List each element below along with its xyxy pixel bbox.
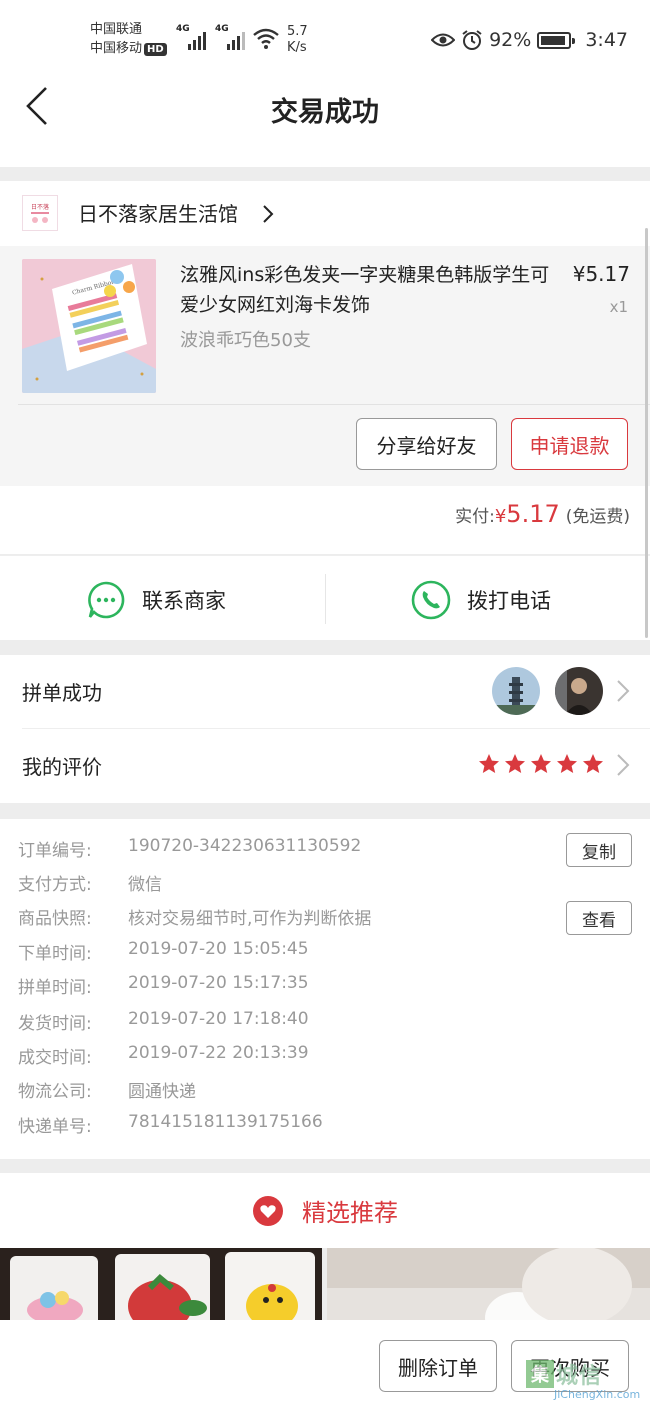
phone-icon (411, 580, 451, 620)
alarm-icon (462, 30, 482, 50)
detail-row: 支付方式: 微信 (18, 875, 162, 895)
recommend-header: 精选推荐 (0, 1173, 650, 1248)
product-image[interactable] (0, 1248, 322, 1328)
avatar[interactable] (492, 667, 540, 715)
payment-summary: 实付:¥5.17 (免运费) (0, 486, 650, 554)
page-title: 交易成功 (271, 97, 379, 128)
paid-label: 实付: (455, 507, 495, 527)
detail-row: 发货时间: 2019-07-20 17:18:40 (18, 1009, 309, 1034)
top-nav: 交易成功 (0, 72, 650, 167)
product-card[interactable]: Charm Ribbon 泫雅风ins彩色发夹一字夹糖果色韩版学生可爱少女网红刘… (0, 246, 650, 486)
review-row[interactable]: 我的评价 (0, 729, 650, 803)
detail-row: 订单编号: 190720-342230631130592 (18, 836, 362, 861)
hd-badge: HD (144, 43, 167, 56)
network-speed: 5.7 K/s (287, 24, 308, 55)
star-icon (479, 754, 499, 773)
contact-merchant-label: 联系商家 (142, 589, 226, 613)
detail-row: 商品快照: 核对交易细节时,可作为判断依据 (18, 909, 372, 929)
star-icon (583, 754, 603, 773)
carrier-info: 中国联通 中国移动 HD (90, 20, 167, 58)
product-title[interactable]: 泫雅风ins彩色发夹一字夹糖果色韩版学生可爱少女网红刘海卡发饰 (180, 260, 550, 320)
shipping-note: (免运费) (565, 507, 630, 527)
group-row[interactable]: 拼单成功 (0, 655, 650, 729)
recommend-title: 精选推荐 (302, 1199, 398, 1227)
divider (325, 574, 326, 624)
heart-icon (253, 1195, 283, 1226)
contact-bar: 联系商家 拨打电话 (0, 555, 650, 640)
share-button[interactable]: 分享给好友 (356, 418, 497, 470)
battery-percent: 92% (489, 29, 532, 51)
product-quantity: x1 (609, 298, 628, 316)
group-label: 拼单成功 (22, 681, 102, 705)
detail-row: 快递单号: 781415181139175166 (18, 1112, 323, 1137)
star-icon (505, 754, 525, 773)
svg-text:日不落: 日不落 (31, 203, 49, 211)
eye-icon (431, 33, 456, 47)
carrier-2: 中国移动 (90, 41, 143, 56)
watermark-url: JiChengXin.com (554, 1388, 641, 1401)
product-image[interactable] (327, 1248, 650, 1328)
product-variant: 波浪乖巧色50支 (180, 330, 311, 351)
paid-currency: ¥ (494, 506, 507, 527)
contact-merchant-button[interactable]: 联系商家 (86, 580, 226, 620)
status-rows: 拼单成功 我的评价 (0, 655, 650, 803)
chat-bubble-icon (88, 581, 125, 619)
store-logo: 日不落 (22, 195, 58, 231)
review-label: 我的评价 (22, 755, 102, 779)
order-details: 订单编号: 190720-342230631130592 支付方式: 微信 商品快照… (0, 819, 650, 1159)
avatar[interactable] (555, 667, 603, 715)
chevron-right-icon (617, 680, 630, 702)
star-icon (557, 754, 577, 773)
watermark-logo: 集 (526, 1360, 554, 1388)
star-icon (531, 754, 551, 773)
watermark: 集 城信 JiChengXin.com (526, 1358, 646, 1404)
call-phone-button[interactable]: 拨打电话 (411, 580, 551, 620)
status-bar: 中国联通 中国移动 HD 4G 4G 5.7 K/s 92% 3:47 (0, 0, 650, 72)
detail-row: 拼单时间: 2019-07-20 15:17:35 (18, 973, 309, 998)
wifi-icon (253, 28, 279, 49)
bottom-action-bar: 删除订单 再次购买 集 城信 JiChengXin.com (0, 1320, 650, 1408)
copy-button[interactable]: 复制 (566, 833, 632, 867)
product-image[interactable]: Charm Ribbon (22, 259, 156, 393)
recommend-products (0, 1248, 650, 1328)
scrollbar[interactable] (645, 228, 648, 638)
clock: 3:47 (585, 29, 628, 51)
refund-button[interactable]: 申请退款 (511, 418, 628, 470)
detail-row: 物流公司: 圆通快递 (18, 1082, 196, 1102)
store-name[interactable]: 日不落家居生活馆 (78, 198, 238, 227)
battery-icon (537, 31, 576, 49)
detail-row: 下单时间: 2019-07-20 15:05:45 (18, 939, 309, 964)
watermark-text: 城信 (556, 1364, 603, 1389)
order-number: 190720-342230631130592 (128, 836, 362, 856)
detail-row: 成交时间: 2019-07-22 20:13:39 (18, 1043, 309, 1068)
divider (18, 404, 650, 405)
product-price: ¥5.17 (572, 262, 630, 286)
call-phone-label: 拨打电话 (467, 589, 551, 613)
carrier-1: 中国联通 (90, 22, 143, 37)
rating-stars (478, 753, 604, 775)
chevron-right-icon (263, 205, 274, 223)
view-snapshot-button[interactable]: 查看 (566, 901, 632, 935)
delete-order-button[interactable]: 删除订单 (379, 1340, 497, 1392)
chevron-right-icon (617, 754, 630, 776)
store-header[interactable]: 日不落 日不落家居生活馆 (0, 181, 650, 246)
paid-amount: 5.17 (506, 500, 560, 528)
